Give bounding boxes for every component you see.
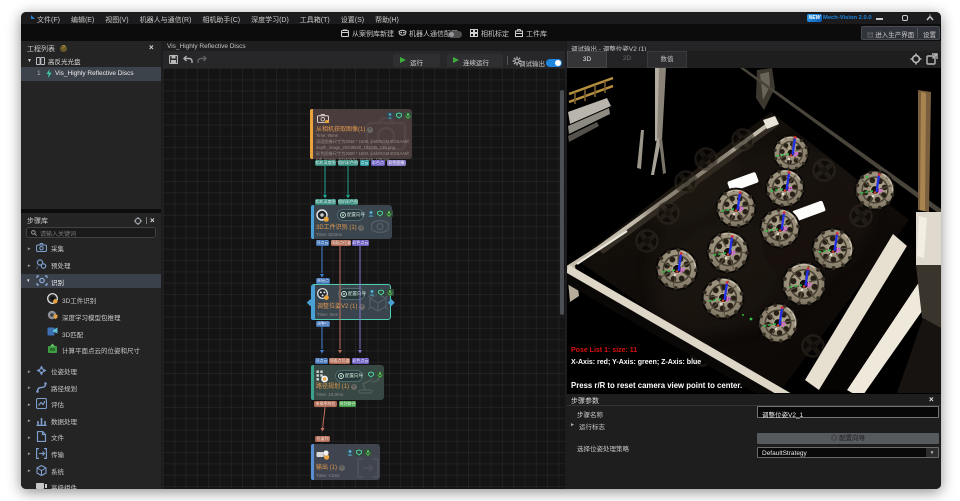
svg-text:2: 2 [36,265,39,269]
